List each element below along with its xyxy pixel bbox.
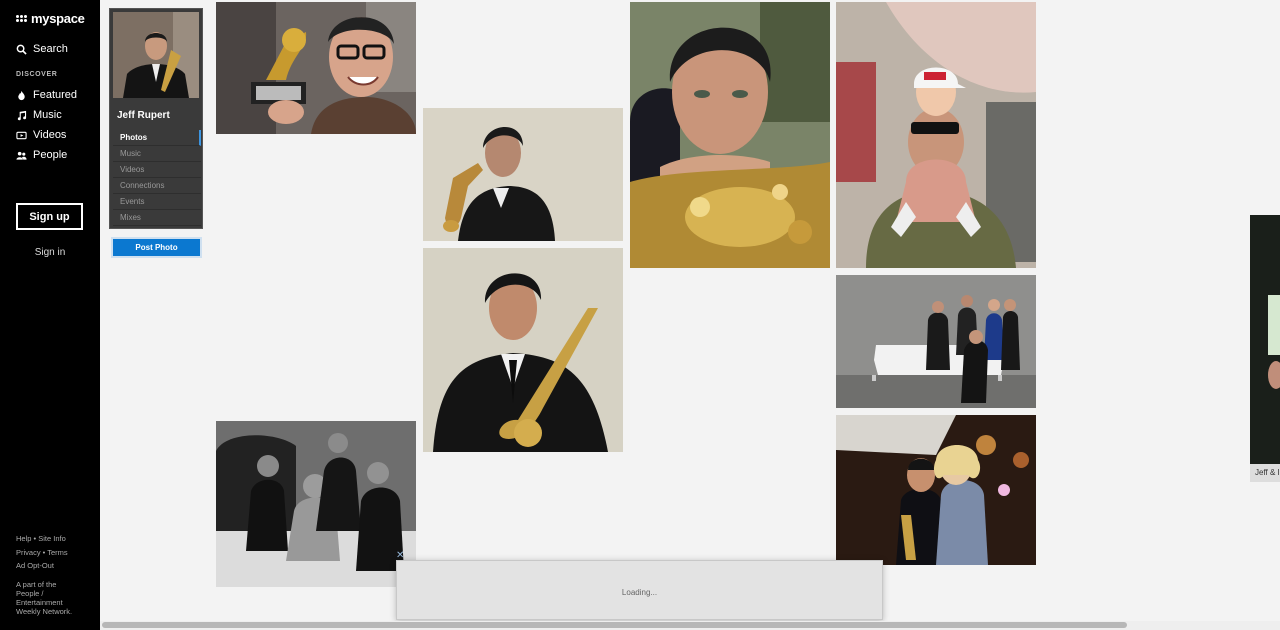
left-nav: myspace Search DISCOVER Featured Music V… [0, 0, 100, 630]
terms-link[interactable]: Terms [47, 548, 67, 557]
nav-item-videos[interactable]: Videos [16, 129, 66, 141]
photo-image [216, 421, 416, 587]
music-note-icon [17, 110, 27, 120]
nav-item-featured[interactable]: Featured [16, 89, 77, 101]
privacy-link[interactable]: Privacy [16, 548, 41, 557]
nav-item-people[interactable]: People [16, 149, 67, 161]
flame-icon [18, 90, 25, 100]
photo-band-couch[interactable] [836, 275, 1036, 408]
photo-image [216, 2, 416, 134]
horizontal-scrollbar[interactable] [100, 621, 1280, 630]
nav-item-label: Featured [33, 89, 78, 101]
profile-card: Jeff Rupert Photos Music Videos Connecti… [109, 8, 203, 229]
profile-tab-music[interactable]: Music [113, 146, 201, 162]
sign-in-link[interactable]: Sign in [0, 247, 100, 258]
photo-image [630, 2, 830, 268]
nav-item-label: Music [33, 109, 62, 121]
post-photo-button[interactable]: Post Photo [111, 237, 202, 258]
video-icon [16, 131, 27, 139]
photo-image [836, 415, 1036, 565]
profile-tab-videos[interactable]: Videos [113, 162, 201, 178]
loading-panel: Loading... [396, 560, 883, 620]
profile-name: Jeff Rupert [117, 110, 170, 121]
logo-dots-icon [16, 15, 27, 22]
discover-heading: DISCOVER [16, 71, 58, 78]
photo-image [423, 108, 623, 241]
photo-partial-right[interactable] [1250, 215, 1280, 464]
profile-tab-photos[interactable]: Photos [113, 130, 201, 146]
profile-tab-mixes[interactable]: Mixes [113, 210, 201, 226]
profile-avatar[interactable] [113, 12, 199, 98]
photo-grammy[interactable] [216, 2, 416, 134]
photo-image [1250, 215, 1280, 464]
footer-links-3: Ad Opt-Out [16, 561, 54, 570]
logo-text: myspace [31, 11, 85, 26]
network-note: A part of the People / Entertainment Wee… [16, 580, 73, 616]
photo-image [423, 248, 623, 452]
photo-caption: Jeff & I [1250, 464, 1280, 482]
scrollbar-thumb[interactable] [102, 622, 1127, 628]
nav-item-music[interactable]: Music [16, 109, 62, 121]
photo-sax-portrait[interactable] [423, 248, 623, 452]
profile-tab-events[interactable]: Events [113, 194, 201, 210]
site-info-link[interactable]: Site Info [38, 534, 66, 543]
avatar-photo [113, 12, 199, 98]
help-link[interactable]: Help [16, 534, 31, 543]
ad-opt-out-link[interactable]: Ad Opt-Out [16, 561, 54, 570]
profile-menu: Photos Music Videos Connections Events M… [113, 130, 201, 226]
photo-image [836, 2, 1036, 268]
profile-tab-connections[interactable]: Connections [113, 178, 201, 194]
photo-boy-shoulders[interactable] [836, 2, 1036, 268]
nav-item-label: Videos [33, 129, 67, 141]
myspace-logo[interactable]: myspace [16, 11, 85, 26]
footer-links-1: Help • Site Info [16, 534, 66, 543]
sign-up-button[interactable]: Sign up [16, 203, 83, 230]
nav-search[interactable]: Search [16, 43, 68, 55]
nav-item-label: People [33, 149, 68, 161]
people-icon [16, 151, 27, 160]
footer-links-2: Privacy • Terms [16, 548, 68, 557]
photo-sax-profile[interactable] [423, 108, 623, 241]
photo-group-bw[interactable] [216, 421, 416, 587]
photo-night-party[interactable] [836, 415, 1036, 565]
nav-search-label: Search [33, 43, 68, 55]
photo-image [836, 275, 1036, 408]
search-icon [16, 44, 27, 55]
photo-sax-closeup[interactable] [630, 2, 830, 268]
